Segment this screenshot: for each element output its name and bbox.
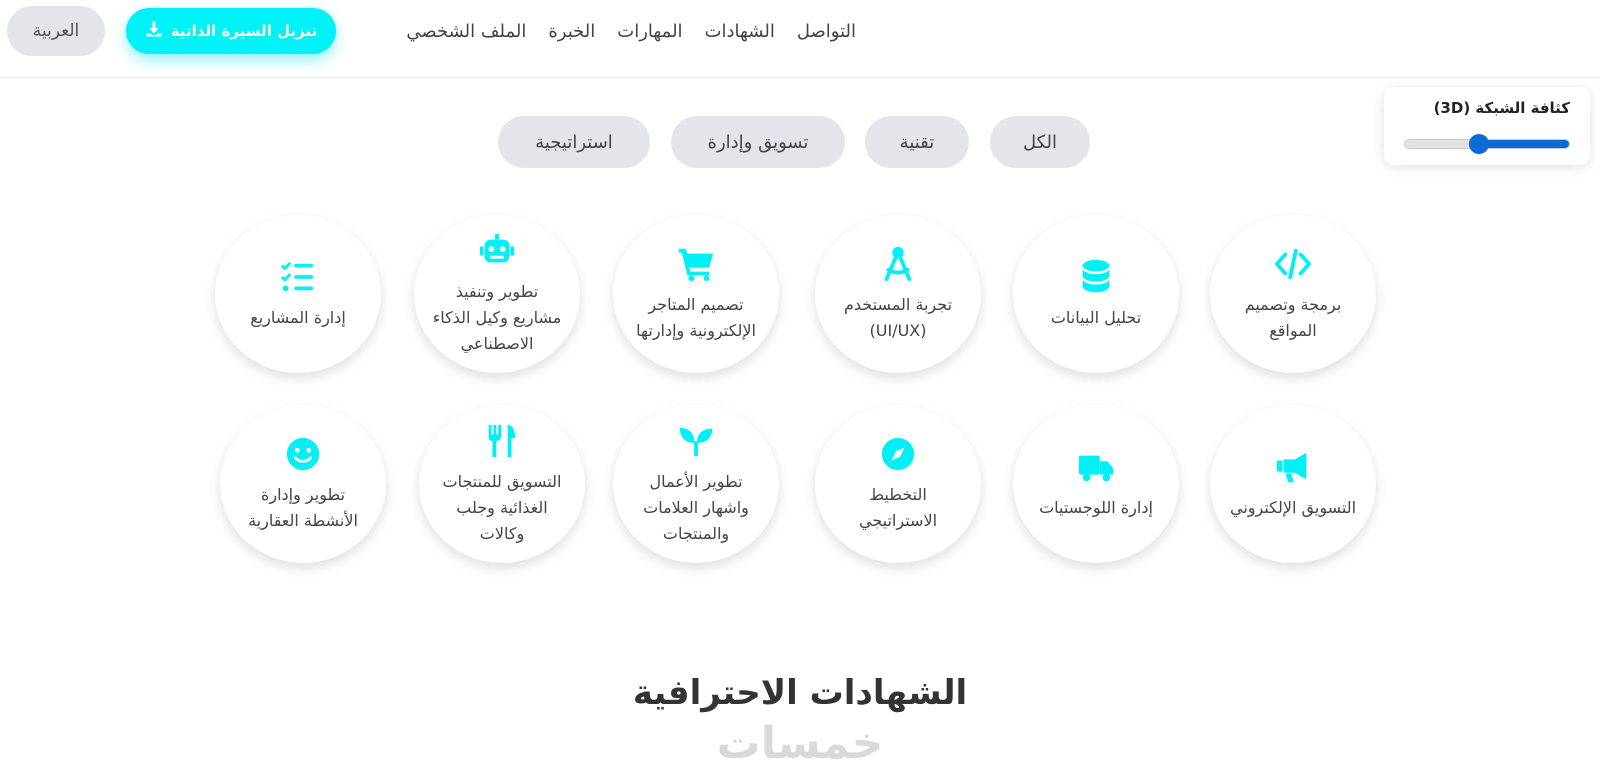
list-check-icon (278, 257, 318, 297)
skill-label: تطوير الأعمال واشهار العلامات والمنتجات (643, 472, 749, 543)
seedling-icon (676, 421, 716, 461)
skill-filters: الكل تقنية تسويق وإدارة استراتيجية (0, 116, 1600, 168)
nav-profile[interactable]: الملف الشخصي (406, 21, 526, 42)
database-icon (1076, 257, 1116, 297)
truck-icon (1076, 447, 1116, 487)
skill-ecommerce[interactable]: تصميم المتاجر الإلكترونية وإدارتها (613, 215, 779, 373)
skill-real-estate[interactable]: تطوير وإدارة الأنشطة العقارية (220, 405, 386, 563)
main-nav: الملف الشخصي الخبرة المهارات الشهادات ال… (406, 14, 856, 48)
cart-icon (676, 244, 716, 284)
skill-label: تطوير وتنفيذ مشاريع وكيل الذكاء الاصطناع… (432, 282, 562, 353)
watermark-logo: خمسات (716, 718, 884, 769)
download-icon (145, 20, 163, 42)
skill-digital-marketing[interactable]: التسويق الإلكتروني (1210, 405, 1376, 563)
skill-label: التسويق للمنتجات الغذائية وجلب وكالات (442, 472, 562, 543)
skill-label: التخطيط الاستراتيجي (858, 485, 938, 530)
grid-density-title: كثافة الشبكة (3D) (1433, 99, 1570, 117)
compass-icon (878, 434, 918, 474)
skill-label: تصميم المتاجر الإلكترونية وإدارتها (636, 295, 756, 340)
smile-icon (283, 434, 323, 474)
skill-business-dev[interactable]: تطوير الأعمال واشهار العلامات والمنتجات (613, 405, 779, 563)
nav-skills[interactable]: المهارات (617, 21, 682, 42)
skill-strategic-planning[interactable]: التخطيط الاستراتيجي (815, 405, 981, 563)
skill-label: التسويق الإلكتروني (1229, 498, 1357, 517)
download-cv-button[interactable]: تنزيل السيرة الذاتية (126, 8, 336, 54)
megaphone-icon (1273, 447, 1313, 487)
nav-experience[interactable]: الخبرة (548, 21, 595, 42)
utensils-icon (482, 421, 522, 461)
compass-drafting-icon (878, 244, 918, 284)
skill-ux[interactable]: تجربة المستخدم (UI/UX) (815, 215, 981, 373)
filter-tech[interactable]: تقنية (865, 116, 969, 168)
robot-icon (477, 231, 517, 271)
language-button[interactable]: العربية (7, 6, 105, 56)
certificates-section-title: الشهادات الاحترافية (632, 673, 968, 713)
skill-food-marketing[interactable]: التسويق للمنتجات الغذائية وجلب وكالات (419, 405, 585, 563)
skill-project-management[interactable]: إدارة المشاريع (215, 215, 381, 373)
filter-marketing[interactable]: تسويق وإدارة (671, 116, 845, 168)
skill-web-dev[interactable]: برمجة وتصميم المواقع (1210, 215, 1376, 373)
skill-data-analysis[interactable]: تحليل البيانات (1013, 215, 1179, 373)
code-icon (1273, 244, 1313, 284)
nav-contact[interactable]: التواصل (797, 21, 856, 42)
skill-label: إدارة المشاريع (250, 308, 346, 327)
nav-certificates[interactable]: الشهادات (705, 21, 775, 42)
download-cv-label: تنزيل السيرة الذاتية (170, 22, 318, 40)
filter-all[interactable]: الكل (990, 116, 1090, 168)
skill-logistics[interactable]: إدارة اللوجستيات (1013, 405, 1179, 563)
top-header: العربية تنزيل السيرة الذاتية الملف الشخص… (0, 0, 1600, 78)
skill-label: تطوير وإدارة الأنشطة العقارية (248, 485, 358, 530)
skill-ai-agent[interactable]: تطوير وتنفيذ مشاريع وكيل الذكاء الاصطناع… (414, 215, 580, 373)
skill-label: إدارة اللوجستيات (1039, 498, 1153, 517)
skill-label: تحليل البيانات (1050, 308, 1142, 327)
skill-label: تجربة المستخدم (UI/UX) (843, 295, 953, 340)
skill-label: برمجة وتصميم المواقع (1244, 295, 1342, 340)
filter-strategy[interactable]: استراتيجية (498, 116, 650, 168)
